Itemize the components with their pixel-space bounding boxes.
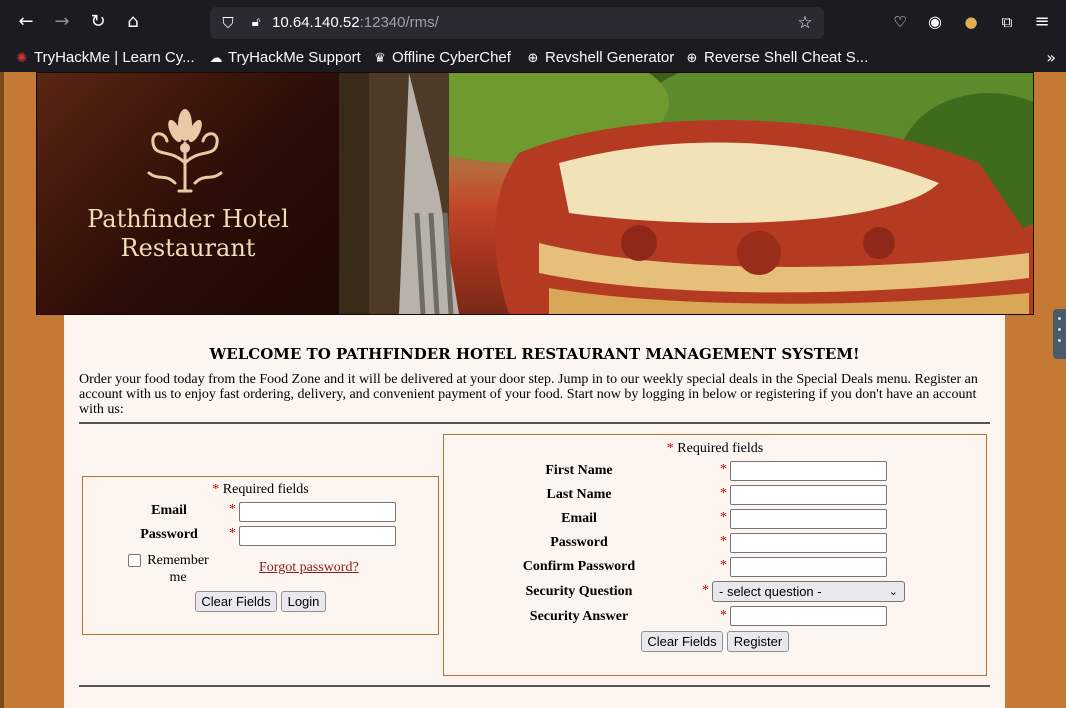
account-icon[interactable]: ◉ [921,8,949,36]
register-form: * Required fields First Name * Last Name… [443,434,987,676]
confirm-password-label: Confirm Password [522,559,636,574]
bookmark-cyberchef[interactable]: ♛ Offline CyberChef [372,48,511,68]
forgot-password-link[interactable]: Forgot password? [259,560,359,576]
bookmarks-overflow-icon[interactable]: » [1046,48,1056,68]
security-answer-input[interactable] [730,606,887,626]
register-email-input[interactable] [730,509,887,529]
pocket-icon[interactable]: ♡ [886,8,914,36]
register-button[interactable]: Register [727,631,789,652]
back-arrow-icon[interactable]: ← [12,8,40,36]
welcome-headline: WELCOME TO PATHFINDER HOTEL RESTAURANT M… [209,345,860,363]
security-answer-label: Security Answer [529,609,629,624]
required-asterisk: * [229,526,236,541]
cloud-icon: ☁ [209,51,223,66]
bookmark-revshell[interactable]: ⊕ Revshell Generator [525,48,675,68]
security-question-label: Security Question [525,584,633,599]
security-question-value: - select question - [719,584,822,599]
lasagna-photo [339,73,1033,314]
site-banner: Pathfinder Hotel Restaurant [36,72,1034,315]
divider-bottom [79,685,990,687]
restaurant-name-line1: Pathfinder Hotel [87,205,289,233]
browser-toolbar: ← → ↻ ⌂ ⛉ 🔓︎ 10.64.140.52:12340/rms/ ☆ ♡… [0,0,1066,44]
insecure-lock-icon[interactable]: 🔓︎ [246,13,266,33]
login-form: * Required fields Email * Password * Rem… [82,476,439,635]
intro-text: Order your food today from the Food Zone… [79,372,978,417]
required-asterisk: * [720,510,727,525]
bookmark-label: TryHackMe | Learn Cy... [34,49,195,66]
first-name-input[interactable] [730,461,887,481]
reload-icon[interactable]: ↻ [84,8,112,36]
login-password-label: Password [140,527,198,542]
register-clear-fields-button[interactable]: Clear Fields [641,631,723,652]
tryhackme-icon: ✺ [16,51,28,66]
first-name-label: First Name [545,463,613,478]
register-required-note: * Required fields [666,441,764,456]
restaurant-name: Pathfinder Hotel Restaurant [37,205,339,263]
bookmark-tryhackme[interactable]: ✺ TryHackMe | Learn Cy... [14,48,195,68]
tracking-shield-icon[interactable]: ⛉ [218,13,238,33]
required-asterisk: * [720,534,727,549]
login-clear-fields-button[interactable]: Clear Fields [195,591,277,612]
url-host: 10.64.140.52 [272,14,360,31]
page-viewport: Pathfinder Hotel Restaurant WELCOME TO P… [0,72,1066,708]
url-path: :12340/rms/ [359,14,439,31]
bookmark-label: Offline CyberChef [392,49,511,66]
register-email-label: Email [561,511,597,526]
register-password-input[interactable] [730,533,887,553]
menu-hamburger-icon[interactable]: ≡ [1028,8,1056,36]
lasagna-image [339,73,1033,314]
page-edge [0,72,4,708]
required-asterisk: * [229,502,236,517]
login-email-input[interactable] [239,502,396,522]
bookmark-label: TryHackMe Support [228,49,361,66]
login-button[interactable]: Login [281,591,326,612]
banner-logo-panel: Pathfinder Hotel Restaurant [37,73,339,314]
security-question-select[interactable]: - select question - ⌄ [712,581,905,602]
required-asterisk: * [720,462,727,477]
forward-arrow-icon[interactable]: → [48,8,76,36]
extensions-puzzle-icon[interactable]: ⧉ [993,8,1021,36]
last-name-label: Last Name [546,487,612,502]
remember-me-checkbox[interactable] [128,554,141,567]
url-bar[interactable]: ⛉ 🔓︎ 10.64.140.52:12340/rms/ ☆ [210,7,824,39]
confirm-password-input[interactable] [730,557,887,577]
login-required-note: * Required fields [212,482,309,497]
chevron-down-icon: ⌄ [888,585,898,598]
globe-icon: ⊕ [686,51,698,66]
home-icon[interactable]: ⌂ [119,8,147,36]
last-name-input[interactable] [730,485,887,505]
remember-me-label: Remember me [147,553,209,585]
sidebar-handle[interactable] [1053,309,1066,359]
login-email-label: Email [151,503,187,518]
bookmark-label: Revshell Generator [545,49,675,66]
bookmark-label: Reverse Shell Cheat S... [704,49,869,66]
url-text[interactable]: 10.64.140.52:12340/rms/ [272,13,439,33]
bookmark-reverse-shell-cheat[interactable]: ⊕ Reverse Shell Cheat S... [684,48,869,68]
globe-icon: ⊕ [527,51,539,66]
required-asterisk: * [720,608,727,623]
required-asterisk: * [720,486,727,501]
register-password-label: Password [550,535,608,550]
fleur-logo-icon [147,109,223,193]
main-content: WELCOME TO PATHFINDER HOTEL RESTAURANT M… [64,315,1005,708]
bookmark-star-icon[interactable]: ☆ [794,12,816,34]
bookmark-tryhackme-support[interactable]: ☁ TryHackMe Support [208,48,361,68]
required-asterisk: * [702,583,709,598]
chef-icon: ♛ [374,51,386,66]
login-password-input[interactable] [239,526,396,546]
bookmarks-bar: ✺ TryHackMe | Learn Cy... ☁ TryHackMe Supp… [0,44,1066,72]
divider-top [79,422,990,424]
extension-cookie-icon[interactable]: ● [957,8,985,36]
required-asterisk: * [720,558,727,573]
restaurant-name-line2: Restaurant [120,234,256,262]
